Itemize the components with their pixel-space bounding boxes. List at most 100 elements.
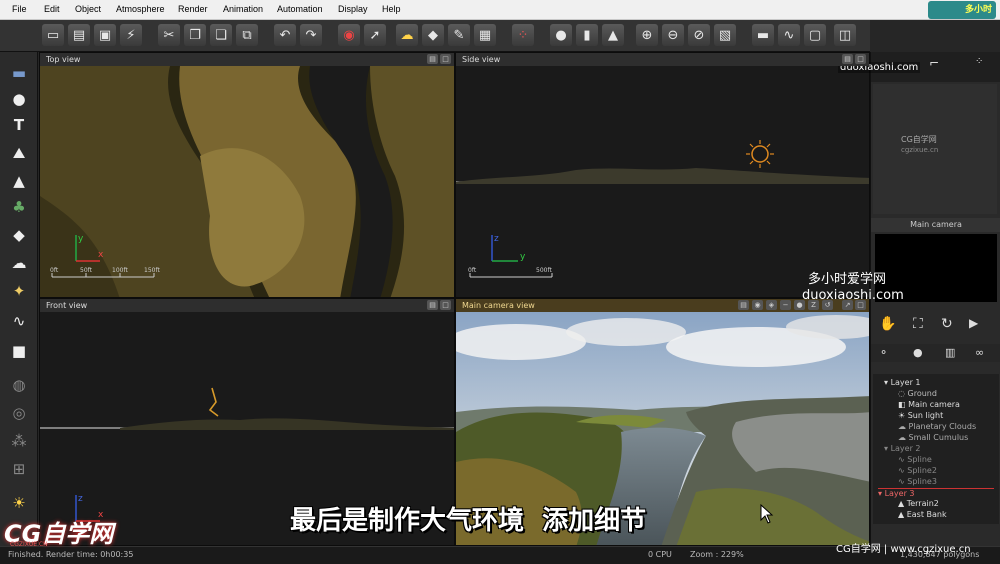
- object-icon[interactable]: ◆: [422, 24, 444, 46]
- menu-animation[interactable]: Animation: [223, 4, 263, 14]
- viewport-dot-icon[interactable]: ●: [794, 300, 805, 310]
- film-icon[interactable]: ▬: [752, 24, 774, 46]
- menu-display[interactable]: Display: [338, 4, 368, 14]
- tree-item-spline2[interactable]: ∿ Spline2: [898, 466, 937, 475]
- tree-item-main-camera[interactable]: ◧ Main camera: [898, 400, 960, 409]
- boolean-intersect-icon[interactable]: ◎: [7, 402, 31, 424]
- viewport-options-icon[interactable]: ▤: [738, 300, 749, 310]
- library-tab-icon[interactable]: ▥: [945, 346, 955, 359]
- scene-icon[interactable]: ▦: [474, 24, 496, 46]
- layer-header-selected[interactable]: ▾ Layer 3: [878, 488, 994, 498]
- save-as-icon[interactable]: ⚡: [120, 24, 142, 46]
- panel-icon[interactable]: ⌐: [929, 56, 939, 70]
- viewport-maximize-icon[interactable]: □: [440, 300, 451, 310]
- viewport-maximize-icon[interactable]: □: [440, 54, 451, 64]
- spline-tool-icon[interactable]: ∿: [7, 310, 31, 332]
- redo-icon[interactable]: ↷: [300, 24, 322, 46]
- boolean-union-icon[interactable]: ◍: [7, 374, 31, 396]
- cube-tool-icon[interactable]: ■: [7, 340, 31, 362]
- menu-atmosphere[interactable]: Atmosphere: [116, 4, 165, 14]
- top-view-axes: yx: [70, 231, 110, 270]
- curve-icon[interactable]: ∿: [778, 24, 800, 46]
- side-viewport[interactable]: Side view ▤ □ zy 0ft 500ft: [455, 52, 870, 298]
- open-file-icon[interactable]: ▤: [68, 24, 90, 46]
- play-icon[interactable]: ▶: [969, 316, 978, 330]
- menu-object[interactable]: Object: [75, 4, 101, 14]
- zoom-out-icon[interactable]: ⊖: [662, 24, 684, 46]
- svg-text:z: z: [78, 494, 83, 504]
- viewport-zoom-icon[interactable]: Z: [808, 300, 819, 310]
- sphere-tool-icon[interactable]: ●: [7, 88, 31, 110]
- terrain-tool-icon[interactable]: ⛰: [7, 142, 31, 164]
- render-icon[interactable]: ◉: [338, 24, 360, 46]
- menu-help[interactable]: Help: [382, 4, 401, 14]
- text-tool-icon[interactable]: T: [7, 114, 31, 136]
- menu-automation[interactable]: Automation: [277, 4, 323, 14]
- plane-icon[interactable]: ▬: [7, 62, 31, 84]
- atmosphere-icon[interactable]: ☁: [396, 24, 418, 46]
- panel-icon[interactable]: ⁘: [975, 56, 983, 67]
- undo-icon[interactable]: ↶: [274, 24, 296, 46]
- plant-tool-icon[interactable]: ♣: [7, 196, 31, 218]
- viewport-minus-icon[interactable]: −: [780, 300, 791, 310]
- new-file-icon[interactable]: ▭: [42, 24, 64, 46]
- viewport-options-icon[interactable]: ▤: [427, 54, 438, 64]
- layer-header[interactable]: ▾ Layer 2: [884, 444, 921, 453]
- light-tool-icon[interactable]: ✦: [7, 280, 31, 302]
- metablob-icon[interactable]: ⁂: [7, 430, 31, 452]
- scale-label: 100ft: [112, 267, 128, 274]
- viewport-rotate-icon[interactable]: ↺: [822, 300, 833, 310]
- cloud-tool-icon[interactable]: ☁: [7, 252, 31, 274]
- viewport-options-icon[interactable]: ▤: [427, 300, 438, 310]
- zoom-in-icon[interactable]: ⊕: [636, 24, 658, 46]
- status-cpu: 0 CPU: [648, 550, 672, 559]
- viewport-maximize-icon[interactable]: □: [855, 300, 866, 310]
- menu-edit[interactable]: Edit: [44, 4, 60, 14]
- menu-render[interactable]: Render: [178, 4, 208, 14]
- fit-icon[interactable]: ▧: [714, 24, 736, 46]
- preview-label: CG自学网: [901, 135, 937, 144]
- viewport-maximize-icon[interactable]: □: [855, 54, 866, 64]
- duplicate-icon[interactable]: ⧉: [236, 24, 258, 46]
- tree-item-east-bank[interactable]: ▲ East Bank: [898, 510, 947, 519]
- move-icon[interactable]: ⛶: [913, 316, 923, 332]
- tree-item-small-cumulus[interactable]: ☁ Small Cumulus: [898, 433, 968, 442]
- tree-item-planetary-clouds[interactable]: ☁ Planetary Clouds: [898, 422, 976, 431]
- mountain-tool-icon[interactable]: ▲: [7, 170, 31, 192]
- layer-header[interactable]: ▾ Layer 1: [884, 378, 921, 387]
- sun-tool-icon[interactable]: ☀: [7, 492, 31, 514]
- terrain-icon[interactable]: ▲: [602, 24, 624, 46]
- objects-tab-icon[interactable]: ⚬: [879, 346, 888, 359]
- tree-item-spline3[interactable]: ∿ Spline3: [898, 477, 937, 486]
- menu-file[interactable]: File: [12, 4, 27, 14]
- watermark-cn-name: 多小时爱学网: [808, 272, 887, 287]
- top-viewport[interactable]: Top view ▤ □ yx 0ft 50ft 100ft 150ft: [39, 52, 455, 298]
- sphere-icon[interactable]: ●: [550, 24, 572, 46]
- cut-icon[interactable]: ✂: [158, 24, 180, 46]
- viewport-lock-icon[interactable]: ◈: [766, 300, 777, 310]
- camera-icon[interactable]: ◫: [834, 24, 856, 46]
- zoom-minus-icon[interactable]: ⊘: [688, 24, 710, 46]
- frame-icon[interactable]: ▢: [804, 24, 826, 46]
- copy-icon[interactable]: ❐: [184, 24, 206, 46]
- material-icon[interactable]: ✎: [448, 24, 470, 46]
- viewport-expand-icon[interactable]: ↗: [842, 300, 853, 310]
- viewport-options-icon[interactable]: ▤: [842, 54, 853, 64]
- paste-icon[interactable]: ❏: [210, 24, 232, 46]
- tree-item-terrain2[interactable]: ▲ Terrain2: [898, 499, 939, 508]
- render-area-icon[interactable]: ➚: [364, 24, 386, 46]
- color-picker-icon[interactable]: ⁘: [512, 24, 534, 46]
- bar-icon[interactable]: ▮: [576, 24, 598, 46]
- tree-item-sun-light[interactable]: ☀ Sun light: [898, 411, 943, 420]
- links-tab-icon[interactable]: ∞: [975, 346, 984, 359]
- pan-hand-icon[interactable]: ✋: [879, 316, 896, 332]
- tree-item-ground[interactable]: ◌ Ground: [898, 389, 937, 398]
- viewport-render-icon[interactable]: ◉: [752, 300, 763, 310]
- tree-item-spline[interactable]: ∿ Spline: [898, 455, 932, 464]
- brand-logo: 多小时: [928, 1, 996, 19]
- save-icon[interactable]: ▣: [94, 24, 116, 46]
- rotate-icon[interactable]: ↻: [941, 316, 953, 332]
- materials-tab-icon[interactable]: ●: [913, 346, 923, 359]
- group-icon[interactable]: ⊞: [7, 458, 31, 480]
- rock-tool-icon[interactable]: ◆: [7, 224, 31, 246]
